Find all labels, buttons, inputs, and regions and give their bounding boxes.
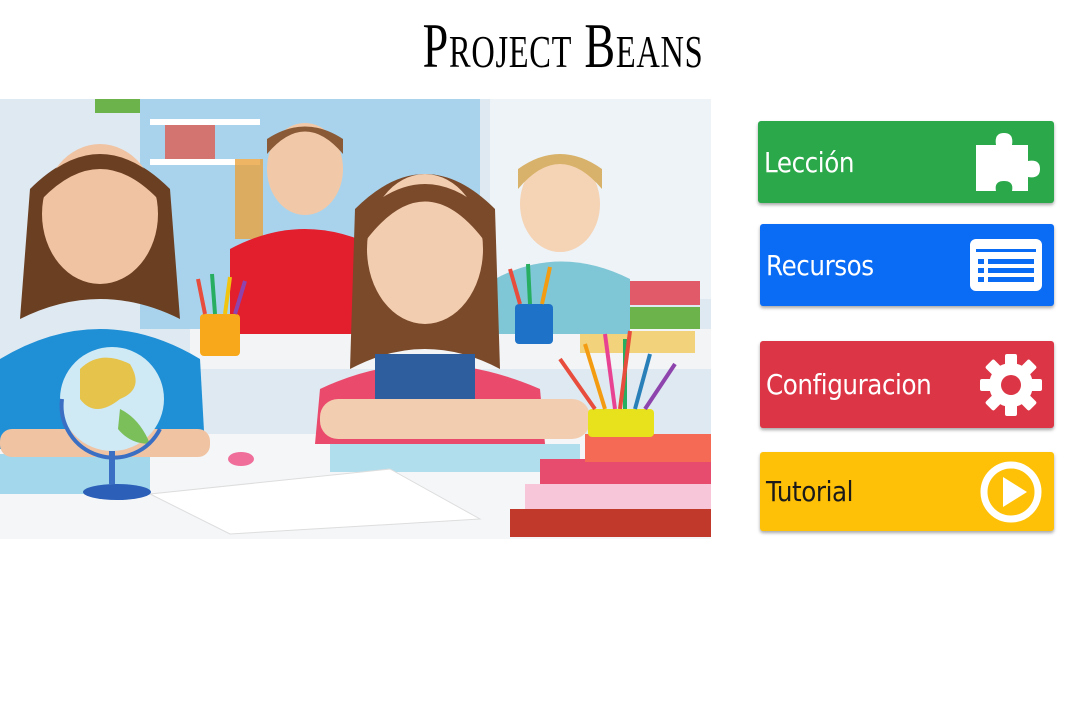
configuracion-label: Configuracion: [766, 368, 932, 401]
list-card-icon: [970, 239, 1042, 291]
puzzle-icon: [976, 133, 1040, 191]
tutorial-label: Tutorial: [766, 475, 854, 508]
app-title: Project Beans: [422, 10, 704, 81]
tutorial-button[interactable]: Tutorial: [760, 452, 1054, 531]
play-circle-icon: [980, 461, 1042, 522]
leccion-label: Lección: [764, 145, 855, 179]
leccion-button[interactable]: Lección: [758, 121, 1054, 203]
recursos-label: Recursos: [766, 248, 874, 282]
hero-classroom-photo: [0, 99, 711, 539]
main-screen: Project Beans Lección Recursos Configura…: [0, 0, 1080, 720]
gear-icon: [980, 353, 1042, 416]
configuracion-button[interactable]: Configuracion: [760, 341, 1054, 428]
recursos-button[interactable]: Recursos: [760, 224, 1054, 306]
classroom-illustration: [0, 99, 711, 539]
